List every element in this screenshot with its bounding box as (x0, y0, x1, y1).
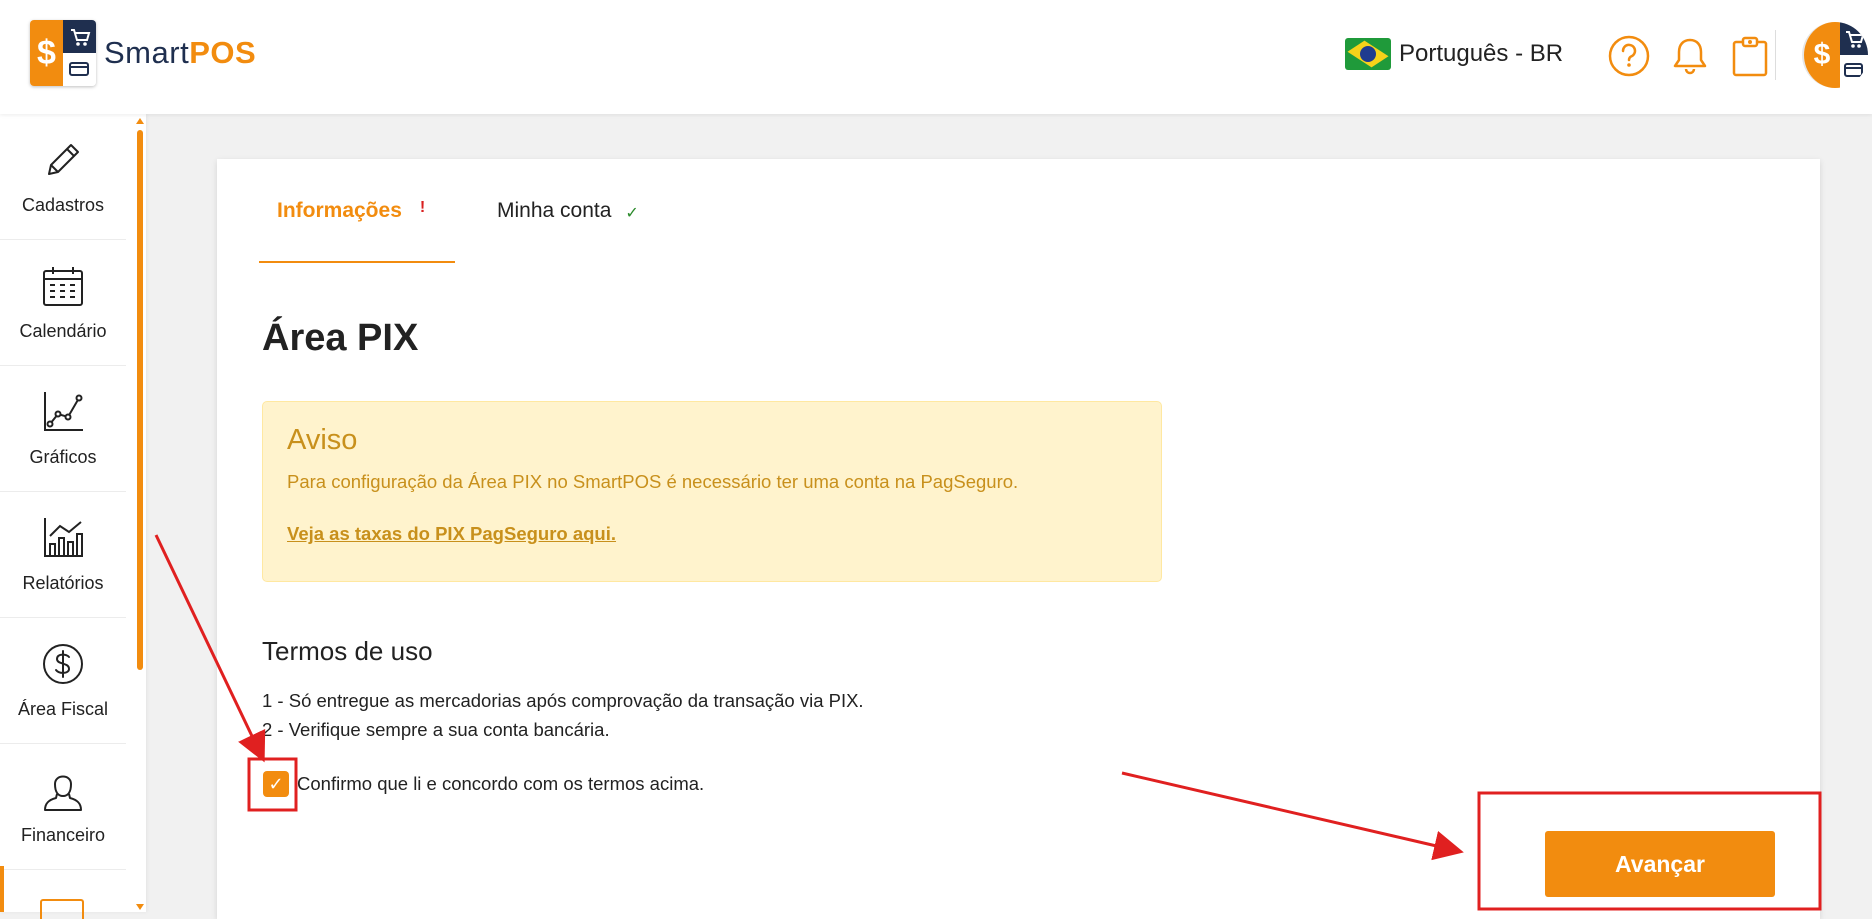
sidebar-active-indicator (0, 866, 4, 912)
term-line-2: 2 - Verifique sempre a sua conta bancári… (262, 719, 610, 740)
terms-title: Termos de uso (262, 636, 433, 666)
sidebar-item-relatorios[interactable]: Relatórios (0, 492, 126, 618)
tab-informacoes[interactable]: Informações ! (259, 199, 455, 263)
line-chart-icon (41, 390, 85, 439)
logo-mark: $ (30, 20, 96, 86)
sidebar-item-graficos[interactable]: Gráficos (0, 366, 126, 492)
sidebar-item-label: Cadastros (21, 194, 105, 215)
sidebar-partial-icon (40, 899, 84, 919)
calendar-icon (41, 264, 85, 313)
help-icon[interactable] (1607, 34, 1651, 78)
bar-chart-icon (41, 516, 85, 565)
sidebar-item-label: Financeiro (20, 824, 106, 845)
tab-minha-conta[interactable]: Minha conta ✓ (479, 199, 657, 263)
scroll-down-arrow[interactable] (136, 904, 144, 910)
sidebar-item-label: Área Fiscal (17, 698, 109, 719)
tab-label: Informações (277, 199, 402, 222)
term-line-1: 1 - Só entregue as mercadorias após comp… (262, 690, 864, 711)
header-divider (1775, 30, 1776, 80)
warning-mark-icon: ! (419, 199, 426, 216)
sidebar-item-label: Gráficos (29, 446, 97, 467)
check-icon: ✓ (625, 205, 639, 222)
confirm-checkbox[interactable]: ✓ (263, 771, 289, 797)
sidebar: Cadastros Calendário Gráficos Relatórios… (0, 114, 146, 919)
language-label: Português - BR (1399, 40, 1564, 67)
pencil-icon (41, 138, 85, 187)
smartpos-logo[interactable]: $ SmartPOS (30, 20, 256, 86)
pix-fees-link[interactable]: Veja as taxas do PIX PagSeguro aqui. (287, 523, 616, 545)
alert-title: Aviso (287, 424, 358, 456)
scroll-up-arrow[interactable] (136, 118, 144, 124)
sidebar-scrollbar[interactable] (137, 130, 143, 670)
tab-bar: Informações ! Minha conta ✓ (259, 199, 657, 263)
alert-text: Para configuração da Área PIX no SmartPO… (287, 471, 1019, 492)
language-selector[interactable]: Português - BR (1345, 38, 1563, 70)
bell-icon[interactable] (1668, 34, 1712, 78)
tab-label: Minha conta (497, 199, 612, 222)
dollar-icon (41, 642, 85, 691)
sidebar-item-label: Relatórios (22, 572, 104, 593)
page-title: Área PIX (262, 317, 419, 359)
sidebar-item-area-fiscal[interactable]: Área Fiscal (0, 618, 126, 744)
main-card: Informações ! Minha conta ✓ Área PIX Avi… (217, 159, 1820, 919)
sidebar-item-label: Calendário (19, 320, 107, 341)
warning-alert: Aviso Para configuração da Área PIX no S… (262, 401, 1162, 582)
sidebar-item-cadastros[interactable]: Cadastros (0, 114, 126, 240)
clipboard-icon[interactable] (1728, 34, 1772, 78)
sidebar-item-calendario[interactable]: Calendário (0, 240, 126, 366)
logo-text: SmartPOS (104, 35, 257, 70)
sidebar-item-financeiro[interactable]: Financeiro (0, 744, 126, 870)
advance-button[interactable]: Avançar (1545, 831, 1775, 897)
confirm-label: Confirmo que li e concordo com os termos… (297, 773, 705, 794)
confirm-terms[interactable]: ✓ Confirmo que li e concordo com os term… (263, 771, 704, 797)
top-header: $ SmartPOS Português - BR $ (0, 0, 1872, 114)
brazil-flag-icon (1345, 38, 1391, 70)
avatar[interactable]: $ (1802, 22, 1868, 88)
user-icon (41, 768, 85, 817)
